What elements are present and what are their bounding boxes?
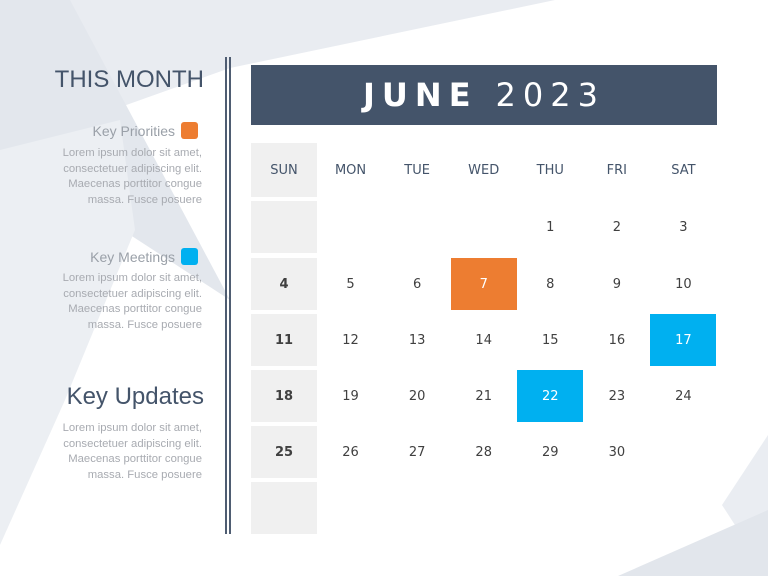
- text-line: Maecenas porttitor congue: [68, 303, 202, 315]
- day-cell-21[interactable]: 21: [451, 370, 517, 422]
- weekday-header-mon: MON: [334, 162, 367, 178]
- key-updates-description: Lorem ipsum dolor sit amet, consectetuer…: [2, 421, 202, 483]
- text-line: consectetuer adipiscing elit.: [63, 287, 202, 300]
- text-line: Lorem ipsum dolor sit amet,: [62, 272, 202, 284]
- day-cell-3[interactable]: 3: [650, 201, 716, 253]
- text-line: massa. Fusce posuere: [87, 468, 202, 481]
- divider-line-right: [229, 57, 231, 534]
- text-line: consectetuer adipiscing elit.: [63, 162, 202, 175]
- legend-key-priorities: Key Priorities: [93, 122, 198, 139]
- text-line: consectetuer adipiscing elit.: [63, 437, 202, 450]
- this-month-heading: THIS MONTH: [54, 66, 204, 93]
- day-cell-14[interactable]: 14: [451, 314, 517, 366]
- calendar-year: 2023: [495, 76, 605, 114]
- key-meetings-description: Lorem ipsum dolor sit amet, consectetuer…: [2, 271, 202, 333]
- empty-day-cell: [451, 201, 517, 253]
- day-cell-22[interactable]: 22: [517, 370, 584, 422]
- text-line: Maecenas porttitor congue: [68, 178, 202, 190]
- empty-day-cell: [451, 482, 517, 534]
- day-cell-23[interactable]: 23: [584, 370, 650, 422]
- text-line: massa. Fusce posuere: [87, 318, 202, 331]
- legend-label: Key Meetings: [90, 248, 175, 265]
- day-cell-13[interactable]: 13: [384, 314, 450, 366]
- weekday-header-sun: SUN: [251, 143, 317, 197]
- day-cell-17[interactable]: 17: [650, 314, 717, 366]
- key-priorities-description: Lorem ipsum dolor sit amet, consectetuer…: [2, 146, 202, 208]
- empty-day-cell: [517, 482, 583, 534]
- empty-day-cell: [384, 201, 450, 253]
- text-line: Maecenas porttitor congue: [68, 453, 202, 465]
- day-cell-1[interactable]: 1: [517, 201, 583, 253]
- day-cell-9[interactable]: 9: [584, 258, 650, 310]
- day-cell-4[interactable]: 4: [251, 258, 317, 310]
- blue-swatch-icon: [181, 248, 198, 265]
- weekday-header-fri: FRI: [606, 162, 628, 178]
- day-cell-30[interactable]: 30: [584, 426, 650, 478]
- day-cell-18[interactable]: 18: [251, 370, 317, 422]
- empty-day-cell: [251, 482, 317, 534]
- day-cell-19[interactable]: 19: [318, 370, 384, 422]
- day-cell-28[interactable]: 28: [451, 426, 517, 478]
- weekday-header-tue: TUE: [404, 162, 430, 178]
- day-cell-8[interactable]: 8: [517, 258, 583, 310]
- legend-key-meetings: Key Meetings: [90, 248, 198, 265]
- empty-day-cell: [318, 201, 384, 253]
- day-cell-5[interactable]: 5: [318, 258, 384, 310]
- calendar-title-bar: JUNE 2023: [251, 65, 717, 125]
- empty-day-cell: [650, 482, 716, 534]
- text-line: massa. Fusce posuere: [87, 193, 202, 206]
- day-cell-2[interactable]: 2: [584, 201, 650, 253]
- weekday-header-wed: WED: [468, 162, 500, 178]
- legend-label: Key Priorities: [92, 122, 175, 139]
- day-cell-16[interactable]: 16: [584, 314, 650, 366]
- day-cell-11[interactable]: 11: [251, 314, 317, 366]
- day-cell-10[interactable]: 10: [650, 258, 716, 310]
- day-cell-24[interactable]: 24: [650, 370, 716, 422]
- empty-day-cell: [251, 201, 317, 253]
- empty-day-cell: [650, 426, 716, 478]
- divider-line-left: [225, 57, 227, 534]
- empty-day-cell: [384, 482, 450, 534]
- sidebar: THIS MONTH Key Priorities Lorem ipsum do…: [0, 0, 210, 576]
- day-cell-25[interactable]: 25: [251, 426, 317, 478]
- day-cell-26[interactable]: 26: [318, 426, 384, 478]
- day-cell-7[interactable]: 7: [450, 258, 517, 310]
- calendar-month: JUNE: [363, 76, 478, 114]
- day-cell-12[interactable]: 12: [318, 314, 384, 366]
- orange-swatch-icon: [181, 122, 198, 139]
- text-line: Lorem ipsum dolor sit amet,: [62, 147, 202, 159]
- day-cell-6[interactable]: 6: [384, 258, 450, 310]
- key-updates-heading: Key Updates: [66, 383, 204, 410]
- day-cell-20[interactable]: 20: [384, 370, 450, 422]
- weekday-header-sat: SAT: [671, 162, 696, 178]
- empty-day-cell: [318, 482, 384, 534]
- day-cell-27[interactable]: 27: [384, 426, 450, 478]
- weekday-header-thu: THU: [536, 162, 564, 178]
- empty-day-cell: [584, 482, 650, 534]
- text-line: Lorem ipsum dolor sit amet,: [62, 422, 202, 434]
- day-cell-15[interactable]: 15: [517, 314, 583, 366]
- day-cell-29[interactable]: 29: [517, 426, 583, 478]
